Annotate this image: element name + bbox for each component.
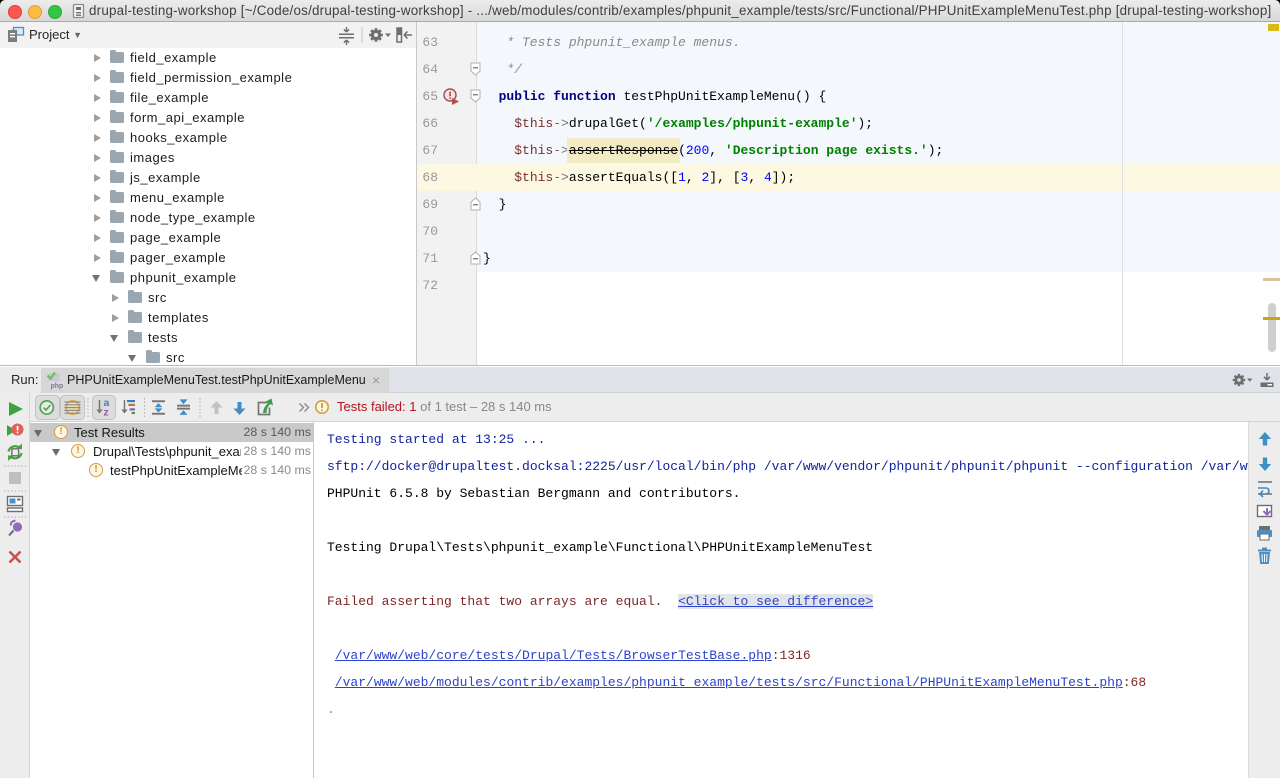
svg-text:php: php [51,383,64,390]
svg-text:z: z [104,407,109,419]
